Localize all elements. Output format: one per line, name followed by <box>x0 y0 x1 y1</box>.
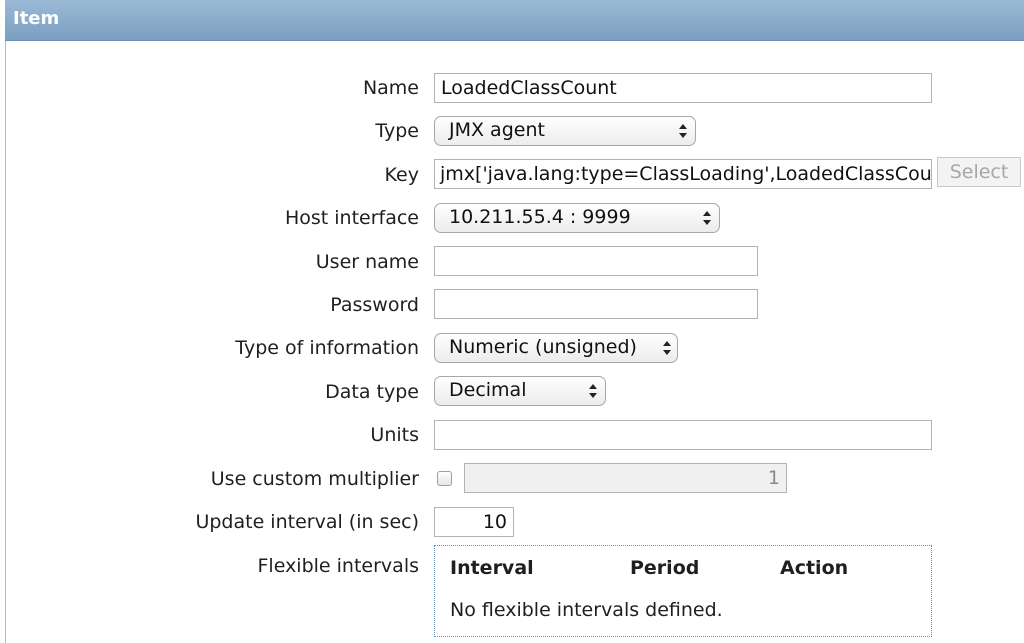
units-input[interactable] <box>434 420 932 450</box>
type-select-value: JMX agent <box>449 119 545 141</box>
custom-multiplier-label: Use custom multiplier <box>210 468 419 490</box>
up-down-arrows-icon <box>663 341 671 355</box>
column-header-period: Period <box>630 557 700 579</box>
host-interface-select-value: 10.211.55.4 : 9999 <box>449 206 631 228</box>
user-name-input[interactable] <box>434 246 758 276</box>
column-header-action: Action <box>780 557 849 579</box>
type-label: Type <box>375 120 419 142</box>
custom-multiplier-input[interactable]: 1 <box>464 463 787 493</box>
up-down-arrows-icon <box>589 384 597 398</box>
up-down-arrows-icon <box>679 124 687 138</box>
custom-multiplier-checkbox[interactable] <box>437 471 452 486</box>
user-name-label: User name <box>315 251 419 273</box>
type-select[interactable]: JMX agent <box>434 116 696 146</box>
type-of-information-select-value: Numeric (unsigned) <box>449 336 637 358</box>
data-type-select[interactable]: Decimal <box>434 376 606 406</box>
key-input[interactable]: jmx['java.lang:type=ClassLoading',Loaded… <box>434 159 932 189</box>
password-input[interactable] <box>434 289 758 319</box>
key-select-button[interactable]: Select <box>937 157 1021 187</box>
item-header: Item <box>5 0 1024 41</box>
flexible-intervals-label: Flexible intervals <box>257 555 420 577</box>
type-of-information-label: Type of information <box>235 337 419 359</box>
password-label: Password <box>330 294 419 316</box>
host-interface-select[interactable]: 10.211.55.4 : 9999 <box>434 203 720 233</box>
units-label: Units <box>370 424 419 446</box>
name-label: Name <box>362 77 419 99</box>
flexible-intervals-table: Interval Period Action No flexible inter… <box>434 545 932 637</box>
key-label: Key <box>384 164 419 186</box>
header-title: Item <box>13 8 60 29</box>
host-interface-label: Host interface <box>284 207 419 229</box>
data-type-select-value: Decimal <box>449 379 527 401</box>
flexible-intervals-empty-text: No flexible intervals defined. <box>450 599 723 621</box>
up-down-arrows-icon <box>703 211 711 225</box>
update-interval-label: Update interval (in sec) <box>195 511 419 533</box>
name-input[interactable]: LoadedClassCount <box>434 73 932 103</box>
update-interval-input[interactable]: 10 <box>434 507 514 537</box>
type-of-information-select[interactable]: Numeric (unsigned) <box>434 333 678 363</box>
column-header-interval: Interval <box>450 557 534 579</box>
data-type-label: Data type <box>325 381 419 403</box>
